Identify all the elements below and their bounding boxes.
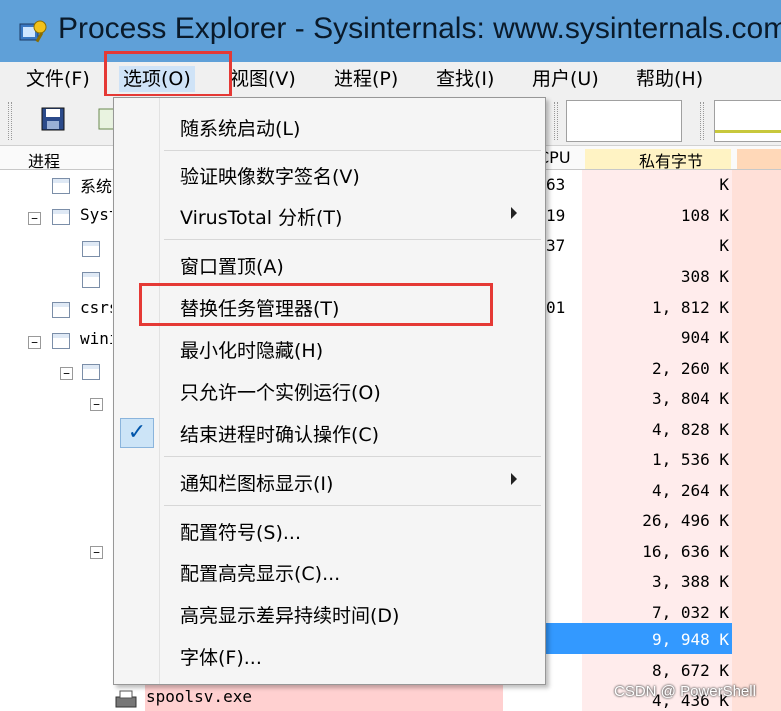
extra-column	[732, 170, 781, 711]
process-icon	[82, 272, 100, 288]
checkmark-icon: ✓	[120, 418, 154, 448]
column-private-label: 私有字节	[639, 152, 704, 171]
menu-item-label: 最小化时隐藏(H)	[180, 340, 324, 362]
menu-item-font[interactable]: 字体(F)...	[114, 637, 545, 673]
printer-icon	[115, 690, 137, 708]
memory-graph[interactable]	[714, 100, 781, 142]
menu-view[interactable]: 视图(V)	[226, 66, 300, 92]
title-bar: Process Explorer - Sysinternals: www.sys…	[0, 0, 781, 62]
column-process[interactable]: 进程	[28, 148, 60, 172]
tree-collapse-icon[interactable]: −	[90, 398, 103, 411]
process-name[interactable]: wininit.exe	[80, 329, 112, 348]
menu-item-configure-symbols[interactable]: 配置符号(S)...	[114, 512, 545, 548]
menu-item-replace-task-manager[interactable]: 替换任务管理器(T)	[114, 288, 545, 324]
menu-item-confirm-kill[interactable]: ✓ 结束进程时确认操作(C)	[114, 414, 545, 450]
save-icon[interactable]	[40, 106, 66, 132]
process-icon	[52, 209, 70, 225]
menu-process[interactable]: 进程(P)	[330, 66, 402, 92]
menu-item-verify-signatures[interactable]: 验证映像数字签名(V)	[114, 156, 545, 192]
menu-item-label: 验证映像数字签名(V)	[180, 166, 360, 188]
menu-find[interactable]: 查找(I)	[432, 66, 498, 92]
private-bytes-value: 108 K	[680, 206, 729, 225]
menu-options[interactable]: 选项(O)	[119, 66, 195, 92]
private-bytes-value: 2, 260 K	[651, 359, 729, 378]
menu-item-label: 字体(F)...	[180, 647, 262, 669]
private-bytes-value: 16, 636 K	[642, 542, 729, 561]
private-bytes-value: 308 K	[680, 267, 729, 286]
watermark: CSDN @ PowerShell	[614, 683, 756, 700]
cpu-value: 01	[546, 298, 566, 317]
process-name[interactable]: csrss.exe	[80, 298, 112, 317]
menu-users[interactable]: 用户(U)	[528, 66, 603, 92]
menu-item-label: 窗口置顶(A)	[180, 256, 284, 278]
menu-item-label: 高亮显示差异持续时间(D)	[180, 605, 400, 627]
menu-item-virustotal[interactable]: VirusTotal 分析(T)	[114, 197, 545, 233]
menu-item-configure-colors[interactable]: 配置高亮显示(C)...	[114, 553, 545, 589]
private-bytes-value: 4, 264 K	[651, 481, 729, 500]
process-explorer-app-icon	[19, 20, 47, 43]
cpu-value: 19	[546, 206, 566, 225]
tree-collapse-icon[interactable]: −	[28, 336, 41, 349]
private-bytes-value: 3, 804 K	[651, 389, 729, 408]
menu-item-always-on-top[interactable]: 窗口置顶(A)	[114, 246, 545, 282]
process-icon	[82, 364, 100, 380]
process-name[interactable]: spoolsv.exe	[146, 687, 286, 706]
menu-bar: 文件(F) 选项(O) 视图(V) 进程(P) 查找(I) 用户(U) 帮助(H…	[0, 62, 781, 96]
menu-item-label: 配置高亮显示(C)...	[180, 563, 341, 585]
private-bytes-value: 1, 536 K	[651, 450, 729, 469]
process-name[interactable]: System	[80, 205, 112, 224]
private-bytes-value: K	[719, 236, 729, 255]
menu-item-label: 配置符号(S)...	[180, 522, 302, 544]
private-bytes-value: 8, 672 K	[651, 661, 729, 680]
menu-item-hide-when-minimized[interactable]: 最小化时隐藏(H)	[114, 330, 545, 366]
menu-file[interactable]: 文件(F)	[22, 66, 94, 92]
private-bytes-value: 1, 812 K	[651, 298, 729, 317]
tree-collapse-icon[interactable]: −	[28, 212, 41, 225]
submenu-arrow-icon	[511, 473, 517, 485]
options-dropdown-menu: 随系统启动(L) 验证映像数字签名(V) VirusTotal 分析(T) 窗口…	[113, 97, 546, 685]
menu-item-tray-icons[interactable]: 通知栏图标显示(I)	[114, 463, 545, 499]
process-icon	[52, 302, 70, 318]
private-bytes-value: 3, 388 K	[651, 572, 729, 591]
menu-item-label: 通知栏图标显示(I)	[180, 473, 334, 495]
tree-collapse-icon[interactable]: −	[60, 367, 73, 380]
process-name[interactable]: 系统	[80, 173, 112, 197]
menu-item-label: 替换任务管理器(T)	[180, 298, 340, 320]
toolbar-grip	[8, 102, 12, 140]
process-icon	[52, 178, 70, 194]
private-bytes-value-selected: 9, 948 K	[651, 630, 729, 649]
menu-item-label: 随系统启动(L)	[180, 118, 301, 140]
menu-item-single-instance[interactable]: 只允许一个实例运行(O)	[114, 372, 545, 408]
menu-help[interactable]: 帮助(H)	[632, 66, 707, 92]
menu-separator	[164, 150, 541, 151]
private-bytes-value: 4, 828 K	[651, 420, 729, 439]
window-title: Process Explorer - Sysinternals: www.sys…	[58, 12, 781, 45]
toolbar-grip-3	[700, 102, 704, 140]
process-icon	[82, 241, 100, 257]
tree-collapse-icon[interactable]: −	[90, 546, 103, 559]
column-private-bytes[interactable]: 私有字节	[585, 149, 731, 171]
cpu-value: 37	[546, 236, 566, 255]
toolbar-grip-2	[554, 102, 558, 140]
menu-separator	[164, 239, 541, 240]
private-bytes-value: K	[719, 175, 729, 194]
process-icon	[52, 333, 70, 349]
menu-item-label: 结束进程时确认操作(C)	[180, 424, 380, 446]
column-extra[interactable]	[737, 149, 781, 169]
menu-item-difference-highlight-duration[interactable]: 高亮显示差异持续时间(D)	[114, 595, 545, 631]
menu-item-run-at-logon[interactable]: 随系统启动(L)	[114, 108, 545, 144]
cpu-graph[interactable]	[566, 100, 682, 142]
menu-separator	[164, 456, 541, 457]
cpu-value: 63	[546, 175, 566, 194]
menu-item-label: 只允许一个实例运行(O)	[180, 382, 381, 404]
private-bytes-value: 7, 032 K	[651, 603, 729, 622]
private-bytes-value: 904 K	[680, 328, 729, 347]
menu-separator	[164, 505, 541, 506]
menu-item-label: VirusTotal 分析(T)	[180, 207, 343, 229]
submenu-arrow-icon	[511, 207, 517, 219]
private-bytes-value: 26, 496 K	[642, 511, 729, 530]
